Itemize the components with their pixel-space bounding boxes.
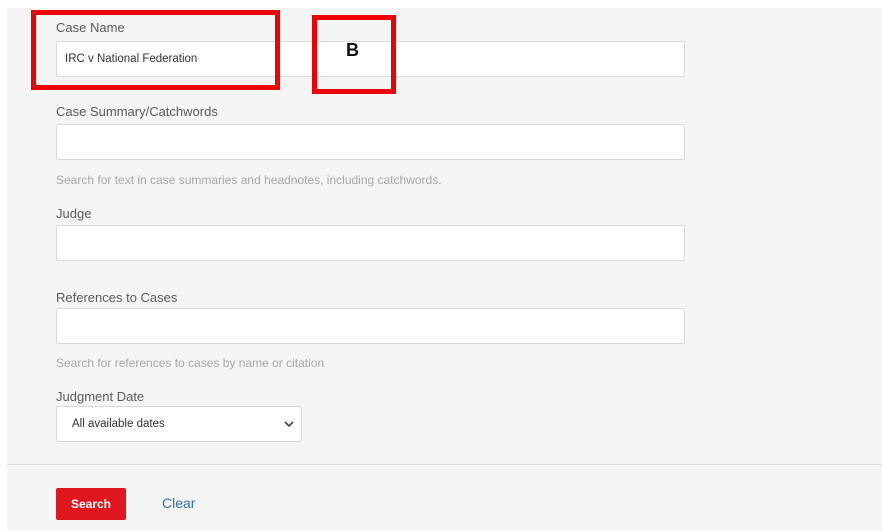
annotation-letter: B [346,40,359,60]
references-help: Search for references to cases by name o… [56,356,325,370]
judgment-date-label: Judgment Date [56,389,145,404]
chevron-down-icon [284,421,294,428]
judgment-date-value: All available dates [72,418,165,430]
judgment-date-select[interactable]: All available dates [56,406,302,442]
judge-label: Judge [56,206,92,221]
case-summary-label: Case Summary/Catchwords [56,104,218,119]
search-button[interactable]: Search [56,488,126,520]
references-input[interactable] [56,308,685,344]
judge-input[interactable] [56,225,685,261]
case-summary-help: Search for text in case summaries and he… [56,173,442,187]
annotation-box-case-name [31,10,280,90]
clear-link[interactable]: Clear [162,495,195,511]
case-summary-input[interactable] [56,124,685,160]
references-label: References to Cases [56,290,178,305]
form-divider [7,464,882,465]
